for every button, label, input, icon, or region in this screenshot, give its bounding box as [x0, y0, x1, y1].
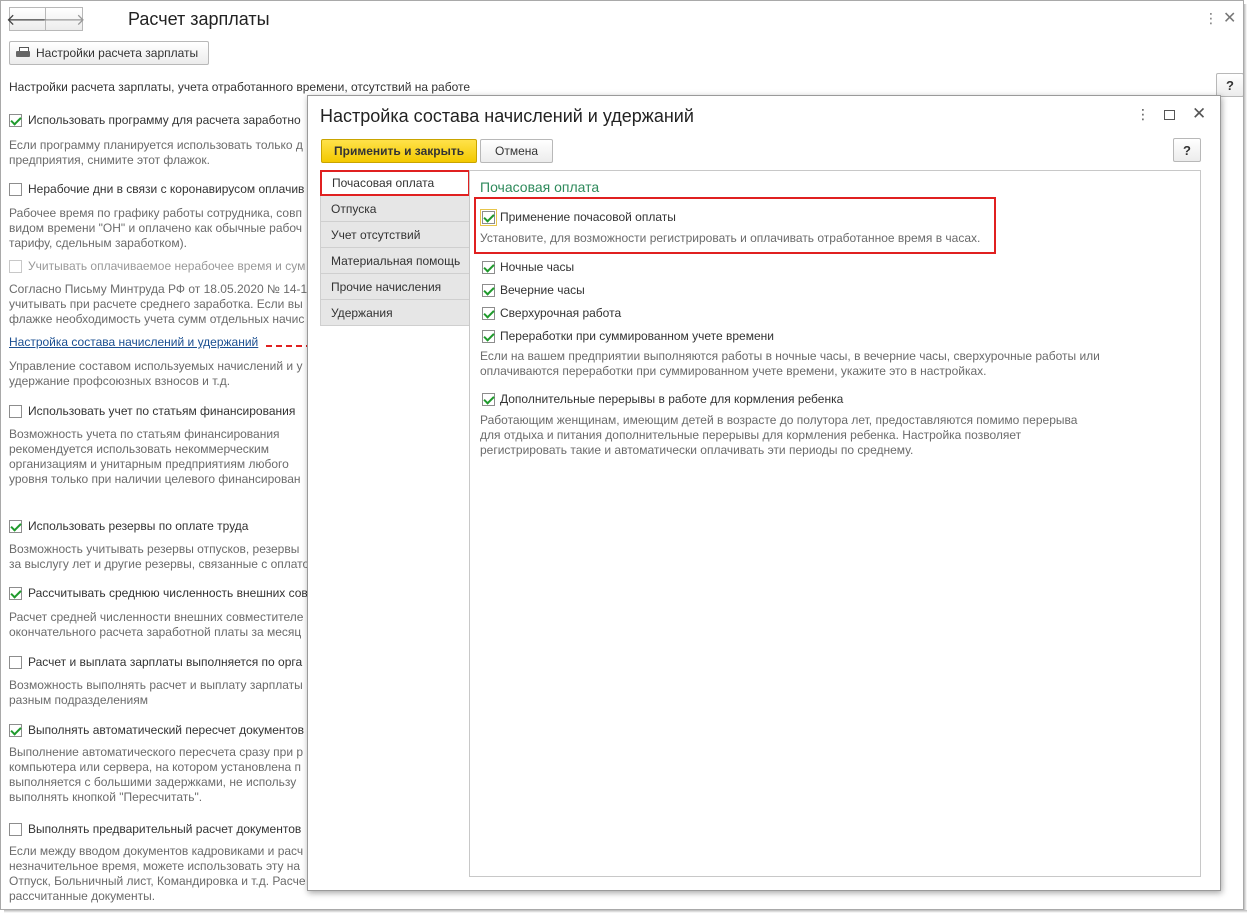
accruals-settings-dialog: Настройка состава начислений и удержаний…	[307, 95, 1221, 891]
tab-vacations[interactable]: Отпуска	[320, 196, 470, 222]
checkbox[interactable]	[9, 655, 22, 669]
help-button[interactable]: ?	[1216, 73, 1243, 97]
setting-overtime[interactable]: Сверхурочная работа	[482, 306, 621, 320]
setting-preliminary-calc[interactable]: Выполнять предварительный расчет докумен…	[9, 822, 301, 836]
tab-panel: Почасовая оплата Применение почасовой оп…	[469, 170, 1201, 877]
close-icon[interactable]: ✕	[1192, 104, 1206, 124]
setting-feeding-breaks[interactable]: Дополнительные перерывы в работе для кор…	[482, 392, 843, 406]
setting-description: Возможность учитывать резервы отпусков, …	[9, 542, 310, 571]
setting-description: Если между вводом документов кадровиками…	[9, 844, 306, 903]
setting-description: Рабочее время по графику работы сотрудни…	[9, 206, 303, 250]
setting-label: Выполнять автоматический пересчет докуме…	[28, 723, 304, 737]
setting-description: Согласно Письму Минтруда РФ от 18.05.202…	[9, 282, 308, 326]
setting-label: Использовать программу для расчета зараб…	[28, 113, 301, 127]
setting-auto-recalc[interactable]: Выполнять автоматический пересчет докуме…	[9, 723, 304, 737]
setting-description: Работающим женщинам, имеющим детей в воз…	[480, 413, 1078, 457]
setting-description: Возможность учета по статьям финансирова…	[9, 427, 301, 486]
setting-paid-nonworking: Учитывать оплачиваемое нерабочее время и…	[9, 259, 305, 273]
forward-button[interactable]: 🡒	[42, 7, 86, 31]
tab-material-aid[interactable]: Материальная помощь	[320, 248, 470, 274]
setting-label: Рассчитывать среднюю численность внешних…	[28, 586, 308, 600]
tab-other-accruals[interactable]: Прочие начисления	[320, 274, 470, 300]
salary-settings-label: Настройки расчета зарплаты	[36, 46, 199, 60]
setting-payroll-by-org[interactable]: Расчет и выплата зарплаты выполняется по…	[9, 655, 302, 669]
setting-label: Применение почасовой оплаты	[500, 210, 676, 224]
tab-hourly-pay[interactable]: Почасовая оплата	[320, 170, 470, 196]
setting-label: Выполнять предварительный расчет докумен…	[28, 822, 302, 836]
checkbox[interactable]	[482, 392, 495, 406]
page-title: Расчет зарплаты	[128, 9, 270, 29]
more-menu-icon[interactable]: ⋮	[1136, 106, 1150, 123]
tab-absences[interactable]: Учет отсутствий	[320, 222, 470, 248]
back-button[interactable]: 🡐	[6, 7, 49, 31]
page-description: Настройки расчета зарплаты, учета отрабо…	[9, 80, 471, 94]
setting-use-payroll[interactable]: Использовать программу для расчета зараб…	[9, 113, 301, 127]
setting-label: Ночные часы	[500, 260, 575, 274]
setting-labor-reserves[interactable]: Использовать резервы по оплате труда	[9, 519, 248, 533]
accruals-settings-link[interactable]: Настройка состава начислений и удержаний	[9, 335, 258, 349]
checkbox[interactable]	[9, 113, 22, 127]
setting-label: Сверхурочная работа	[500, 306, 622, 320]
checkbox[interactable]	[9, 404, 22, 418]
setting-label: Расчет и выплата зарплаты выполняется по…	[28, 655, 303, 669]
apply-and-close-button[interactable]: Применить и закрыть	[321, 139, 478, 163]
setting-label: Использовать резервы по оплате труда	[28, 519, 249, 533]
panel-heading: Почасовая оплата	[480, 179, 600, 195]
close-icon[interactable]: ✕	[1223, 8, 1236, 28]
cancel-button[interactable]: Отмена	[480, 139, 554, 163]
tab-deductions[interactable]: Удержания	[320, 300, 470, 326]
help-button[interactable]: ?	[1173, 138, 1201, 162]
checkbox[interactable]	[482, 329, 495, 343]
setting-label: Вечерние часы	[500, 283, 585, 297]
checkbox[interactable]	[9, 182, 22, 196]
setting-description: Установите, для возможности регистрирова…	[480, 231, 981, 245]
setting-description: Если программу планируется использовать …	[9, 138, 303, 167]
setting-hourly-pay[interactable]: Применение почасовой оплаты	[480, 208, 676, 226]
more-menu-icon[interactable]: ⋮	[1204, 10, 1218, 27]
link-description: Управление составом используемых начисле…	[9, 359, 303, 388]
setting-covid-days[interactable]: Нерабочие дни в связи с коронавирусом оп…	[9, 182, 304, 196]
setting-label: Учитывать оплачиваемое нерабочее время и…	[28, 259, 306, 273]
setting-avg-headcount[interactable]: Рассчитывать среднюю численность внешних…	[9, 586, 308, 600]
setting-financing-articles[interactable]: Использовать учет по статьям финансирова…	[9, 404, 295, 418]
setting-label: Нерабочие дни в связи с коронавирусом оп…	[28, 182, 305, 196]
checkbox[interactable]	[9, 519, 22, 533]
checkbox	[9, 259, 22, 273]
printer-icon	[16, 47, 30, 59]
settings-tabs: Почасовая оплата Отпуска Учет отсутствий…	[320, 170, 470, 326]
setting-description: Расчет средней численности внешних совме…	[9, 610, 304, 639]
dialog-title: Настройка состава начислений и удержаний	[320, 106, 694, 126]
setting-label: Переработки при суммированном учете врем…	[500, 329, 774, 343]
checkbox[interactable]	[9, 723, 22, 737]
setting-night-hours[interactable]: Ночные часы	[482, 260, 574, 274]
setting-label: Дополнительные перерывы в работе для кор…	[500, 392, 844, 406]
main-window: 🡐 🡒 Расчет зарплаты ⋮ ✕ Настройки расчет…	[0, 0, 1244, 910]
navigation-buttons: 🡐 🡒	[6, 7, 86, 31]
setting-label: Использовать учет по статьям финансирова…	[28, 404, 296, 418]
checkbox[interactable]	[9, 822, 22, 836]
checkbox[interactable]	[480, 208, 497, 226]
maximize-icon[interactable]	[1164, 110, 1175, 120]
setting-evening-hours[interactable]: Вечерние часы	[482, 283, 585, 297]
checkbox[interactable]	[482, 283, 495, 297]
checkbox[interactable]	[9, 586, 22, 600]
setting-description: Возможность выполнять расчет и выплату з…	[9, 678, 303, 707]
setting-description: Если на вашем предприятии выполняются ра…	[480, 349, 1100, 378]
annotation-arrow	[266, 345, 312, 347]
setting-description: Выполнение автоматического пересчета сра…	[9, 745, 304, 804]
arrow-right-icon: 🡒	[42, 11, 86, 29]
checkbox[interactable]	[482, 306, 495, 320]
setting-summed-accounting[interactable]: Переработки при суммированном учете врем…	[482, 329, 774, 343]
checkbox[interactable]	[482, 260, 495, 274]
salary-settings-button[interactable]: Настройки расчета зарплаты	[9, 41, 210, 65]
